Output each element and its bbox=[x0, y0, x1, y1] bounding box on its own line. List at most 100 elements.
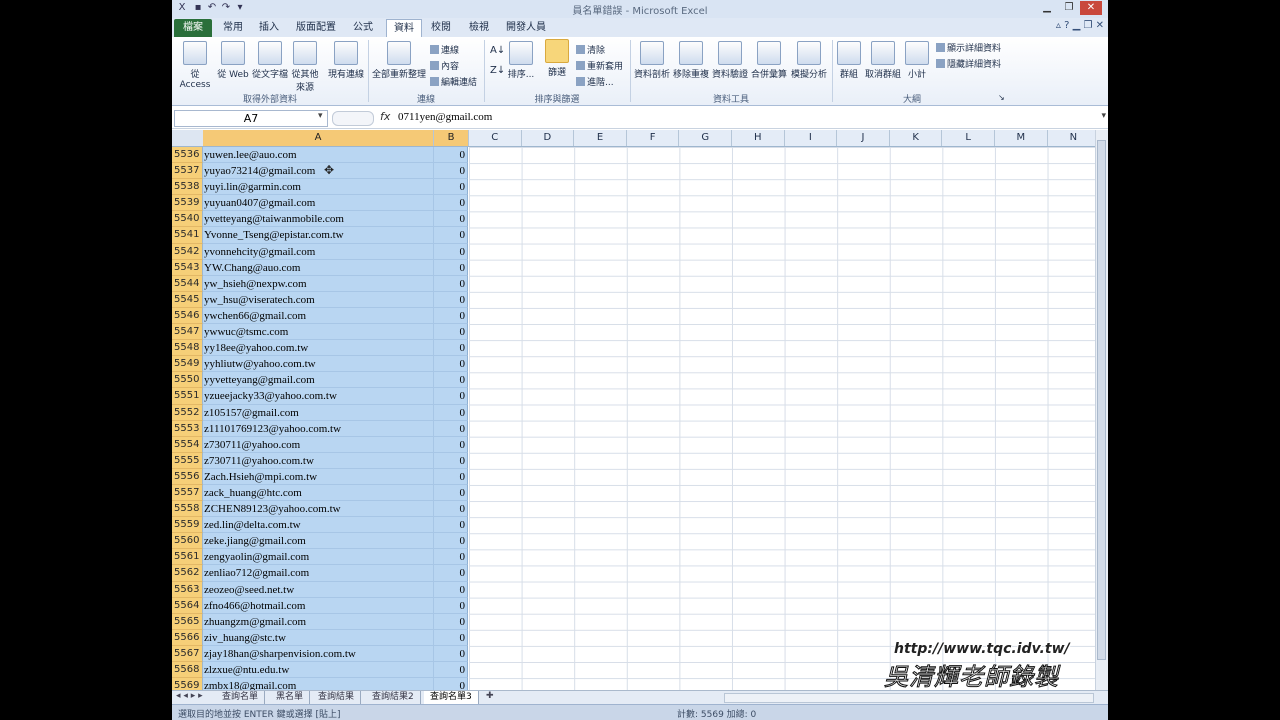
row-header[interactable]: 5538 bbox=[172, 179, 203, 196]
cell-count[interactable]: 0 bbox=[434, 484, 468, 502]
column-header-b[interactable]: B bbox=[434, 130, 469, 146]
column-header-c[interactable]: C bbox=[469, 130, 522, 146]
column-header-d[interactable]: D bbox=[522, 130, 575, 146]
cell-email[interactable]: yvetteyang@taiwanmobile.com bbox=[203, 211, 434, 228]
vertical-scrollbar[interactable] bbox=[1095, 130, 1108, 690]
cell-email[interactable]: zengyaolin@gmail.com bbox=[203, 549, 434, 566]
cell-count[interactable]: 0 bbox=[434, 211, 468, 228]
expand-formula-bar-icon[interactable]: ▾ bbox=[1101, 111, 1106, 121]
cell-email[interactable]: zhuangzm@gmail.com bbox=[203, 613, 434, 630]
dialog-launcher-icon[interactable]: ↘ bbox=[998, 93, 1005, 102]
new-sheet-icon[interactable]: ✚ bbox=[486, 691, 494, 701]
cell-email[interactable]: yy18ee@yahoo.com.tw bbox=[203, 340, 434, 357]
from-text-button[interactable]: 從文字檔 bbox=[252, 41, 288, 80]
from-access-button[interactable]: 從 Access bbox=[176, 41, 214, 90]
cell-count[interactable]: 0 bbox=[434, 420, 468, 437]
tab-page-layout[interactable]: 版面配置 bbox=[288, 19, 344, 37]
sort-za-icon[interactable]: Z↓ bbox=[490, 65, 505, 76]
cell-count[interactable]: 0 bbox=[434, 243, 468, 260]
row-header[interactable]: 5551 bbox=[172, 388, 203, 405]
cell-email[interactable]: zmbx18@gmail.com bbox=[203, 678, 434, 690]
row-header[interactable]: 5568 bbox=[172, 662, 203, 679]
row-header[interactable]: 5566 bbox=[172, 629, 203, 646]
row-header[interactable]: 5558 bbox=[172, 501, 203, 518]
cell-email[interactable]: zeke.jiang@gmail.com bbox=[203, 533, 434, 550]
sheet-tab[interactable]: 查詢結果2 bbox=[366, 691, 421, 704]
tab-view[interactable]: 檢視 bbox=[462, 19, 496, 37]
cell-email[interactable]: YW.Chang@auo.com bbox=[203, 259, 434, 276]
cell-count[interactable]: 0 bbox=[434, 597, 468, 614]
column-header-g[interactable]: G bbox=[679, 130, 732, 146]
row-header[interactable]: 5543 bbox=[172, 259, 203, 276]
column-header-k[interactable]: K bbox=[890, 130, 943, 146]
properties-button[interactable]: 內容 bbox=[430, 59, 459, 72]
doc-minimize-icon[interactable]: ▁ bbox=[1073, 20, 1081, 31]
cell-email[interactable]: yuyao73214@gmail.com bbox=[203, 163, 434, 180]
tab-review[interactable]: 校閱 bbox=[424, 19, 458, 37]
column-header-n[interactable]: N bbox=[1048, 130, 1096, 146]
cell-email[interactable]: yuyuan0407@gmail.com bbox=[203, 195, 434, 212]
row-header[interactable]: 5556 bbox=[172, 468, 203, 485]
cell-email[interactable]: Yvonne_Tseng@epistar.com.tw bbox=[203, 227, 434, 244]
cell-email[interactable]: yuwen.lee@auo.com bbox=[203, 147, 434, 164]
help-icon[interactable]: ? bbox=[1064, 20, 1069, 31]
cell-count[interactable]: 0 bbox=[434, 613, 468, 630]
cell-count[interactable]: 0 bbox=[434, 356, 468, 373]
reapply-button[interactable]: 重新套用 bbox=[576, 59, 623, 72]
row-header[interactable]: 5548 bbox=[172, 340, 203, 357]
existing-connections-button[interactable]: 現有連線 bbox=[326, 41, 366, 80]
cell-count[interactable]: 0 bbox=[434, 678, 468, 690]
what-if-analysis-button[interactable]: 模擬分析 bbox=[790, 41, 828, 80]
cell-count[interactable]: 0 bbox=[434, 501, 468, 518]
column-header-f[interactable]: F bbox=[627, 130, 680, 146]
cell-email[interactable]: ywwuc@tsmc.com bbox=[203, 324, 434, 341]
cell-count[interactable]: 0 bbox=[434, 533, 468, 550]
cell-email[interactable]: zed.lin@delta.com.tw bbox=[203, 517, 434, 534]
row-header[interactable]: 5550 bbox=[172, 372, 203, 389]
cell-email[interactable]: zfno466@hotmail.com bbox=[203, 597, 434, 614]
tab-file[interactable]: 檔案 bbox=[174, 19, 212, 37]
horizontal-scrollbar[interactable] bbox=[724, 693, 1094, 703]
doc-restore-icon[interactable]: ❐ bbox=[1083, 20, 1092, 31]
cell-count[interactable]: 0 bbox=[434, 629, 468, 646]
formula-bar-handle[interactable] bbox=[332, 111, 374, 126]
tab-insert[interactable]: 插入 bbox=[252, 19, 286, 37]
row-header[interactable]: 5569 bbox=[172, 678, 203, 690]
cell-count[interactable]: 0 bbox=[434, 468, 468, 485]
row-header[interactable]: 5536 bbox=[172, 147, 203, 164]
row-header[interactable]: 5549 bbox=[172, 356, 203, 373]
cell-email[interactable]: z730711@yahoo.com bbox=[203, 436, 434, 453]
row-header[interactable]: 5555 bbox=[172, 452, 203, 469]
refresh-all-button[interactable]: 全部重新整理 bbox=[372, 41, 426, 80]
cell-email[interactable]: ZCHEN89123@yahoo.com.tw bbox=[203, 501, 434, 518]
cell-email[interactable]: zack_huang@htc.com bbox=[203, 484, 434, 502]
row-header[interactable]: 5547 bbox=[172, 324, 203, 341]
tab-home[interactable]: 常用 bbox=[216, 19, 250, 37]
name-box[interactable]: A7 bbox=[174, 110, 328, 127]
cell-count[interactable]: 0 bbox=[434, 436, 468, 453]
doc-close-icon[interactable]: ✕ bbox=[1096, 20, 1104, 31]
sheet-tab[interactable]: 黑名單 bbox=[270, 691, 311, 704]
cell-count[interactable]: 0 bbox=[434, 549, 468, 566]
row-header[interactable]: 5564 bbox=[172, 597, 203, 614]
column-header-l[interactable]: L bbox=[942, 130, 995, 146]
cell-count[interactable]: 0 bbox=[434, 581, 468, 598]
ribbon-right-icons[interactable]: ▵ ? ▁ ❐ ✕ bbox=[1056, 20, 1104, 31]
filter-button[interactable]: 篩選 bbox=[542, 39, 572, 78]
sheet-nav-icon[interactable]: ◂ ◂ ▸ ▸ bbox=[176, 691, 203, 701]
ungroup-button[interactable]: 取消群組 bbox=[864, 41, 902, 80]
cell-count[interactable]: 0 bbox=[434, 404, 468, 421]
cell-count[interactable]: 0 bbox=[434, 227, 468, 244]
tab-data[interactable]: 資料 bbox=[386, 19, 422, 38]
sort-az-icon[interactable]: A↓ bbox=[490, 45, 505, 56]
worksheet-grid[interactable]: ABCDEFGHIJKLMN 5536 yuwen.lee@auo.com 0 553… bbox=[172, 130, 1096, 690]
row-header[interactable]: 5541 bbox=[172, 227, 203, 244]
row-header[interactable]: 5537 bbox=[172, 163, 203, 180]
group-button[interactable]: 群組 bbox=[836, 41, 862, 80]
cell-count[interactable]: 0 bbox=[434, 179, 468, 196]
column-header-j[interactable]: J bbox=[837, 130, 890, 146]
column-header-h[interactable]: H bbox=[732, 130, 785, 146]
subtotal-button[interactable]: 小計 bbox=[904, 41, 930, 80]
ribbon-minimize-icon[interactable]: ▵ bbox=[1056, 20, 1061, 31]
from-other-sources-button[interactable]: 從其他來源 bbox=[290, 41, 320, 93]
